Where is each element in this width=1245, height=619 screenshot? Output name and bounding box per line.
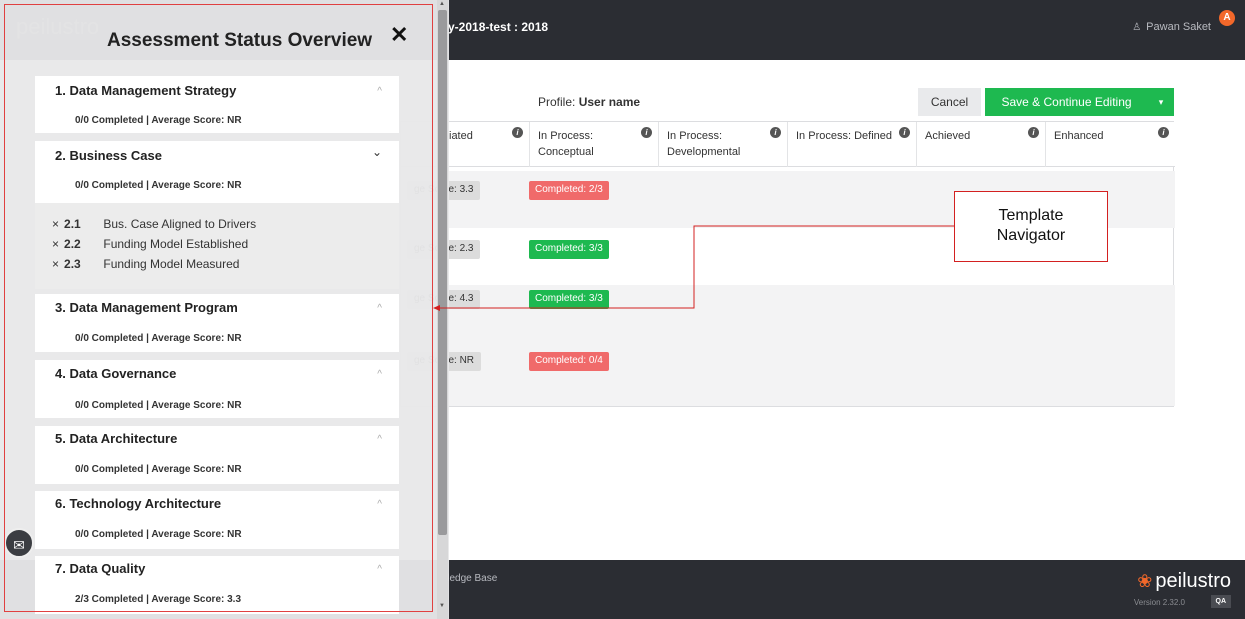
section-status: 0/0 Completed | Average Score: NR	[75, 464, 242, 475]
user-icon: ♙	[1132, 22, 1142, 33]
table-row: ge Score: 4.3 Completed: 3/3	[401, 285, 1175, 345]
scroll-down-icon[interactable]: ▼	[439, 603, 445, 609]
close-icon[interactable]: ×	[52, 257, 59, 271]
close-icon[interactable]: ×	[52, 237, 59, 251]
subitem-number: 2.2	[64, 237, 81, 251]
close-icon[interactable]: ×	[52, 217, 59, 231]
scroll-up-icon[interactable]: ▲	[439, 1, 445, 7]
section-card-data-management-program[interactable]: 3. Data Management Program 0/0 Completed…	[35, 294, 399, 352]
section-card-data-management-strategy[interactable]: 1. Data Management Strategy 0/0 Complete…	[35, 76, 399, 133]
chevron-up-icon[interactable]: ^	[377, 499, 382, 510]
column-label: Enhanced	[1054, 130, 1104, 142]
subitem-number: 2.1	[64, 217, 81, 231]
profile-label: Profile: User name	[538, 95, 640, 109]
section-name[interactable]: 6. Technology Architecture	[55, 496, 221, 511]
subitem-label[interactable]: Funding Model Measured	[103, 257, 239, 271]
panel-title: Assessment Status Overview	[107, 30, 373, 51]
callout-line-2: Navigator	[996, 227, 1066, 244]
footer-brand: ❀ peilustro	[1137, 570, 1231, 593]
section-status: 0/0 Completed | Average Score: NR	[75, 529, 242, 540]
logo-icon: ❀	[1137, 571, 1153, 591]
column-header-defined: In Process: Defined i	[788, 122, 917, 167]
subitem-2-2[interactable]: × 2.2 Funding Model Established	[52, 237, 248, 251]
completed-badge[interactable]: Completed: 2/3	[529, 181, 609, 200]
annotation-callout: Template Navigator	[954, 191, 1108, 262]
page-title: y-2018-test : 2018	[448, 20, 549, 34]
section-card-data-quality[interactable]: 7. Data Quality 2/3 Completed | Average …	[35, 556, 399, 614]
info-icon[interactable]: i	[899, 127, 910, 138]
info-icon[interactable]: i	[770, 127, 781, 138]
section-status: 0/0 Completed | Average Score: NR	[75, 180, 242, 191]
scrollbar-thumb[interactable]	[438, 10, 447, 535]
chevron-up-icon[interactable]: ^	[377, 303, 382, 314]
section-card-technology-architecture[interactable]: 6. Technology Architecture 0/0 Completed…	[35, 491, 399, 549]
user-name: Pawan Saket	[1146, 21, 1211, 33]
info-icon[interactable]: i	[1158, 127, 1169, 138]
cancel-button[interactable]: Cancel	[918, 88, 981, 116]
info-icon[interactable]: i	[641, 127, 652, 138]
chevron-up-icon[interactable]: ^	[377, 86, 382, 97]
completed-badge[interactable]: Completed: 0/4	[529, 352, 609, 371]
column-label: In Process: Developmental	[667, 130, 741, 158]
assessment-status-panel: Assessment Status Overview ✕ 1. Data Man…	[0, 0, 449, 619]
chevron-up-icon[interactable]: ^	[377, 564, 382, 575]
section-card-data-architecture[interactable]: 5. Data Architecture 0/0 Completed | Ave…	[35, 426, 399, 484]
column-label: In Process: Conceptual	[538, 130, 594, 158]
save-options-dropdown[interactable]: ▾	[1148, 88, 1174, 116]
section-name[interactable]: 7. Data Quality	[55, 561, 145, 576]
subitem-2-1[interactable]: × 2.1 Bus. Case Aligned to Drivers	[52, 217, 256, 231]
column-label: Achieved	[925, 130, 971, 142]
section-status: 0/0 Completed | Average Score: NR	[75, 115, 242, 126]
profile-label-text: Profile:	[538, 95, 576, 109]
notification-badge[interactable]: A	[1219, 10, 1235, 26]
subitem-number: 2.3	[64, 257, 81, 271]
maturity-grid: iated i In Process: Conceptual i In Proc…	[400, 121, 1175, 407]
subitem-label[interactable]: Bus. Case Aligned to Drivers	[103, 217, 256, 231]
chevron-down-icon[interactable]: ⌄	[372, 145, 382, 159]
section-status: 0/0 Completed | Average Score: NR	[75, 400, 242, 411]
section-name[interactable]: 3. Data Management Program	[55, 300, 238, 315]
callout-line-1: Template	[998, 207, 1064, 224]
message-icon[interactable]: ✉	[4, 528, 34, 558]
info-icon[interactable]: i	[512, 127, 523, 138]
environment-badge: QA	[1210, 595, 1231, 608]
version-text: Version 2.32.0	[1133, 598, 1185, 607]
section-name[interactable]: 1. Data Management Strategy	[55, 83, 236, 98]
save-continue-button[interactable]: Save & Continue Editing	[985, 88, 1148, 116]
grid-header: iated i In Process: Conceptual i In Proc…	[401, 122, 1175, 167]
column-label: iated	[449, 130, 473, 142]
section-name[interactable]: 5. Data Architecture	[55, 431, 177, 446]
chevron-up-icon[interactable]: ^	[377, 434, 382, 445]
close-icon[interactable]: ✕	[390, 22, 408, 48]
section-name[interactable]: 2. Business Case	[55, 148, 162, 163]
user-menu[interactable]: ♙ Pawan Saket	[1132, 21, 1211, 33]
subitem-2-3[interactable]: × 2.3 Funding Model Measured	[52, 257, 239, 271]
section-card-business-case[interactable]: 2. Business Case 0/0 Completed | Average…	[35, 141, 399, 203]
completed-badge[interactable]: Completed: 3/3	[529, 240, 609, 259]
column-header-enhanced: Enhanced i	[1046, 122, 1175, 167]
panel-scrollbar[interactable]: ▲ ▼	[437, 0, 448, 619]
column-header-conceptual: In Process: Conceptual i	[530, 122, 659, 167]
subitem-label[interactable]: Funding Model Established	[103, 237, 248, 251]
section-status: 2/3 Completed | Average Score: 3.3	[75, 594, 242, 605]
chevron-up-icon[interactable]: ^	[377, 369, 382, 380]
column-header-achieved: Achieved i	[917, 122, 1046, 167]
footer-brand-text: peilustro	[1155, 570, 1231, 592]
completed-badge[interactable]: Completed: 3/3	[529, 290, 609, 309]
section-status: 0/0 Completed | Average Score: NR	[75, 333, 242, 344]
profile-value: User name	[578, 95, 641, 109]
table-row: ge Score: NR Completed: 0/4	[401, 345, 1175, 406]
column-label: In Process: Defined	[796, 130, 892, 142]
section-card-data-governance[interactable]: 4. Data Governance 0/0 Completed | Avera…	[35, 360, 399, 418]
section-name[interactable]: 4. Data Governance	[55, 366, 176, 381]
business-case-subitems: × 2.1 Bus. Case Aligned to Drivers × 2.2 F…	[35, 203, 399, 289]
info-icon[interactable]: i	[1028, 127, 1039, 138]
column-header-developmental: In Process: Developmental i	[659, 122, 788, 167]
